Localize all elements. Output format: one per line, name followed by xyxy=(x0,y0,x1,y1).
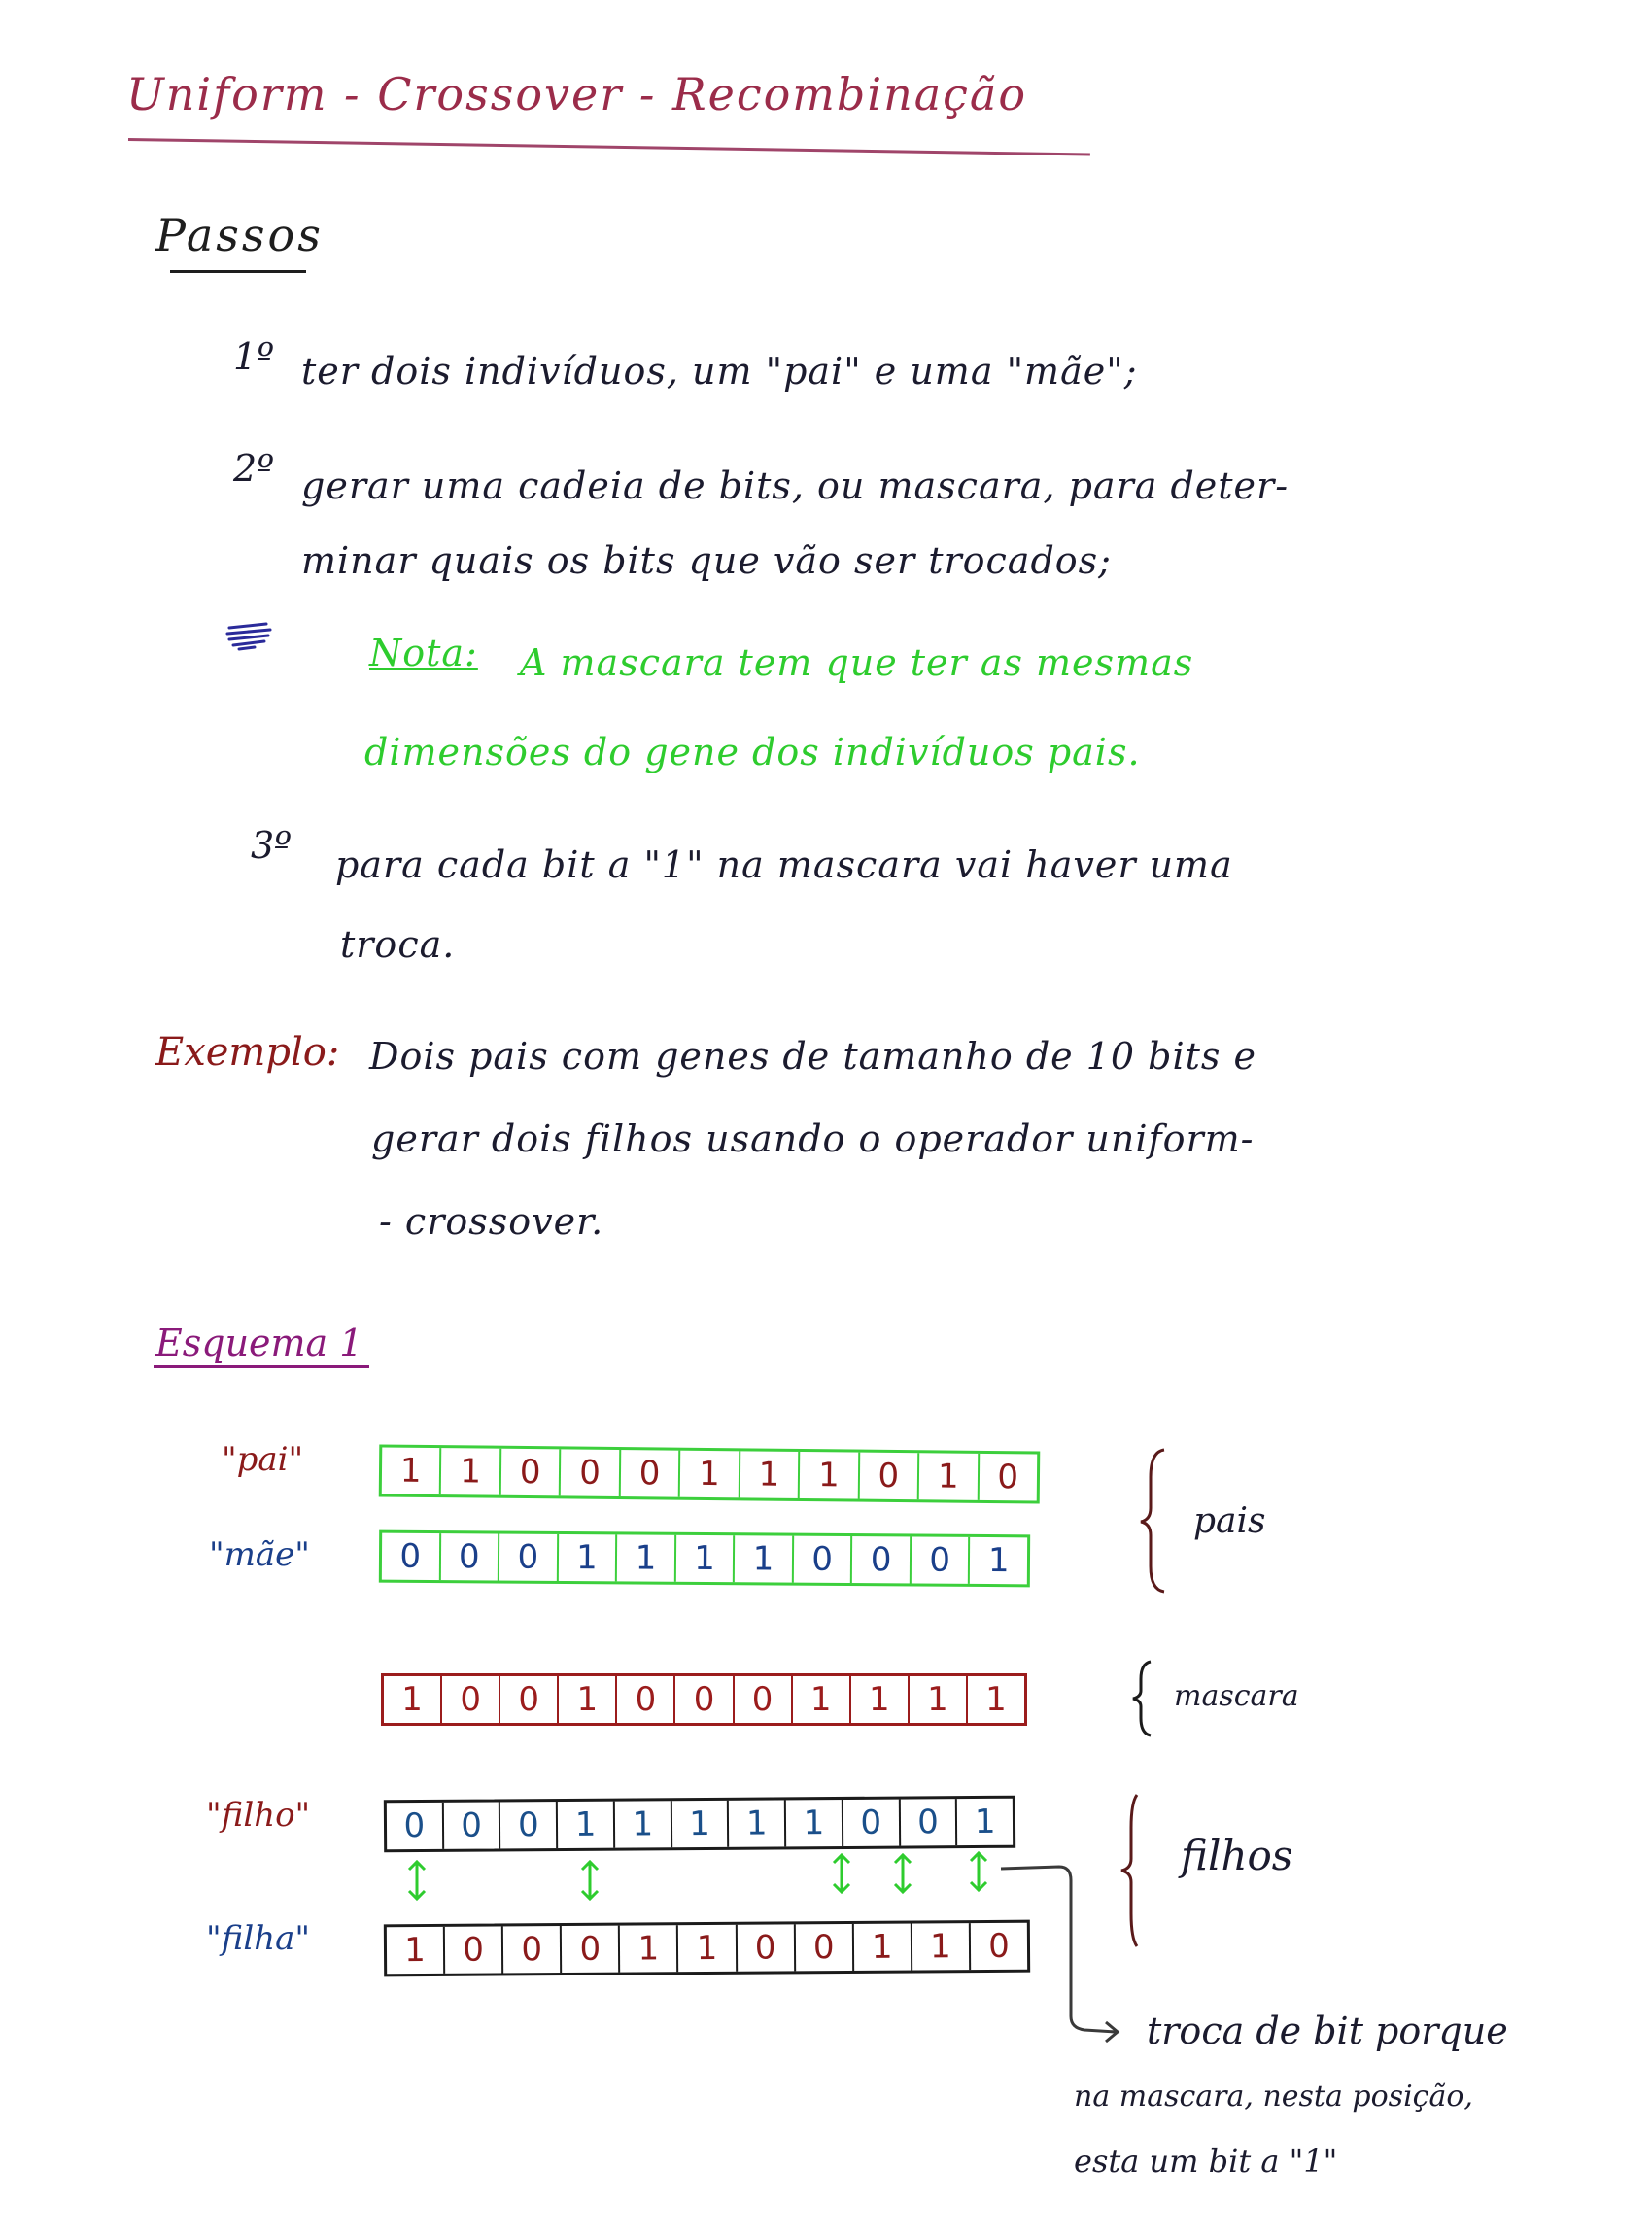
pai-bit-cell: 1 xyxy=(381,1447,442,1495)
step-2-text-line-1: gerar uma cadeia de bits, ou mascara, pa… xyxy=(301,464,1290,507)
pai-bit-cell: 0 xyxy=(500,1448,562,1496)
scheme-underline xyxy=(154,1365,369,1368)
mascara-bit-cell: 1 xyxy=(559,1676,618,1723)
mascara-bit-cell: 0 xyxy=(675,1676,735,1723)
pai-bit-cell: 0 xyxy=(997,1458,1019,1497)
pai-bit-row: 11000111010 xyxy=(378,1444,1041,1504)
pai-bit-cell: 1 xyxy=(918,1453,980,1500)
page-title: Uniform - Crossover - Recombinação xyxy=(126,68,1028,120)
mascara-bit-cell: 1 xyxy=(384,1676,443,1723)
filha-bit-cell: 1 xyxy=(912,1923,972,1971)
note-label: Nota: xyxy=(369,632,478,674)
step-2-text-line-2: minar quais os bits que vão ser trocados… xyxy=(301,539,1112,582)
section-underline xyxy=(170,270,306,273)
mae-bit-cell: 1 xyxy=(558,1533,618,1582)
mascara-bit-row: 10010001111 xyxy=(381,1673,1027,1726)
pai-bit-cell: 1 xyxy=(799,1451,860,1499)
mae-bit-cell: 1 xyxy=(987,1541,1010,1581)
mae-label: "mãe" xyxy=(209,1535,310,1574)
example-text-line-2: gerar dois filhos usando o operador unif… xyxy=(371,1117,1255,1160)
mascara-brace-icon xyxy=(1132,1660,1152,1737)
filho-bit-cell: 1 xyxy=(558,1801,616,1849)
filha-label: "filha" xyxy=(206,1919,310,1958)
pai-bit-cell: 0 xyxy=(561,1449,622,1497)
filho-bit-cell: 1 xyxy=(671,1800,730,1848)
swap-arrow-icon xyxy=(407,1859,427,1902)
example-text-line-3: - crossover. xyxy=(379,1200,604,1243)
title-underline xyxy=(127,138,1090,156)
scheme-label: Esquema 1 xyxy=(155,1322,363,1364)
swap-arrow-icon xyxy=(832,1852,851,1895)
mae-bit-cell: 0 xyxy=(852,1536,912,1584)
step-2-number: 2º xyxy=(233,447,275,490)
annotation-line-2: na mascara, nesta posição, xyxy=(1074,2079,1473,2113)
pais-brace-icon xyxy=(1140,1448,1165,1594)
example-text-line-1: Dois pais com genes de tamanho de 10 bit… xyxy=(369,1035,1256,1078)
mascara-bit-cell: 1 xyxy=(793,1676,851,1723)
mascara-bit-cell: 0 xyxy=(442,1676,501,1723)
pai-bit-cell: 0 xyxy=(620,1450,681,1497)
filha-bit-cell: 1 xyxy=(853,1923,913,1971)
mae-bit-cell: 0 xyxy=(381,1532,441,1581)
mascara-bit-cell: 1 xyxy=(851,1676,910,1723)
filha-bit-cell: 0 xyxy=(503,1926,563,1974)
mascara-bit-cell: 1 xyxy=(985,1680,1007,1719)
pais-group-label: pais xyxy=(1193,1501,1266,1541)
filho-bit-cell: 1 xyxy=(614,1801,672,1848)
mascara-bit-cell: 0 xyxy=(735,1676,793,1723)
mascara-bit-cell: 1 xyxy=(910,1676,968,1723)
filho-bit-cell: 0 xyxy=(500,1802,559,1849)
note-text-line-2: dimensões do gene dos indivíduos pais. xyxy=(364,731,1141,773)
step-3-text-line-2: troca. xyxy=(340,923,456,966)
example-label: Exemplo: xyxy=(155,1030,340,1075)
mae-bit-cell: 1 xyxy=(617,1534,676,1582)
pai-bit-cell: 1 xyxy=(441,1448,502,1495)
pai-bit-cell: 0 xyxy=(859,1452,920,1500)
mascara-bit-cell: 0 xyxy=(500,1676,560,1723)
filho-bit-cell: 0 xyxy=(900,1799,958,1846)
mae-bit-cell: 1 xyxy=(675,1534,736,1583)
mae-bit-cell: 0 xyxy=(793,1535,853,1584)
filho-bit-row: 00011111001 xyxy=(383,1795,1016,1853)
filha-bit-cell: 0 xyxy=(737,1924,796,1972)
pai-bit-cell: 1 xyxy=(680,1450,740,1498)
section-title: Passos xyxy=(155,209,324,261)
curved-arrow-icon xyxy=(1000,1865,1120,2044)
step-3-number: 3º xyxy=(251,824,293,867)
filha-bit-cell: 1 xyxy=(678,1924,738,1973)
filha-bit-cell: 1 xyxy=(620,1925,679,1973)
filho-bit-cell: 0 xyxy=(443,1802,501,1849)
filho-bit-cell: 1 xyxy=(974,1802,996,1842)
filho-label: "filho" xyxy=(206,1796,311,1835)
pai-bit-cell: 1 xyxy=(740,1451,801,1498)
mascara-bit-cell: 0 xyxy=(617,1676,676,1723)
filha-bit-cell: 0 xyxy=(562,1925,621,1974)
pai-label: "pai" xyxy=(222,1440,304,1479)
step-3-text-line-1: para cada bit a "1" na mascara vai haver… xyxy=(335,843,1233,886)
mascara-group-label: mascara xyxy=(1174,1679,1299,1713)
mae-bit-cell: 0 xyxy=(911,1536,971,1584)
annotation-line-1: troca de bit porque xyxy=(1147,2010,1508,2052)
swap-arrow-icon xyxy=(580,1859,600,1902)
filha-bit-cell: 1 xyxy=(386,1926,446,1975)
mae-bit-cell: 1 xyxy=(735,1535,794,1583)
scribble-icon xyxy=(225,622,272,651)
swap-arrow-icon xyxy=(893,1852,912,1895)
step-1-text: ter dois indivíduos, um "pai" e uma "mãe… xyxy=(301,350,1138,393)
mae-bit-cell: 0 xyxy=(499,1533,559,1581)
filho-bit-cell: 1 xyxy=(785,1799,844,1847)
annotation-line-3: esta um bit a "1" xyxy=(1074,2143,1338,2180)
filha-bit-cell: 0 xyxy=(795,1923,854,1972)
filha-bit-row: 10001100110 xyxy=(383,1919,1031,1977)
filho-bit-cell: 0 xyxy=(386,1802,444,1850)
mae-bit-row: 00011110001 xyxy=(378,1529,1031,1588)
note-text-line-1: A mascara tem que ter as mesmas xyxy=(520,641,1194,684)
filhos-group-label: filhos xyxy=(1181,1832,1293,1879)
mae-bit-cell: 0 xyxy=(440,1533,500,1581)
filho-bit-cell: 0 xyxy=(843,1799,901,1846)
swap-arrow-icon xyxy=(969,1850,988,1893)
filho-bit-cell: 1 xyxy=(729,1800,787,1847)
filha-bit-cell: 0 xyxy=(444,1926,504,1974)
step-1-number: 1º xyxy=(233,335,275,378)
